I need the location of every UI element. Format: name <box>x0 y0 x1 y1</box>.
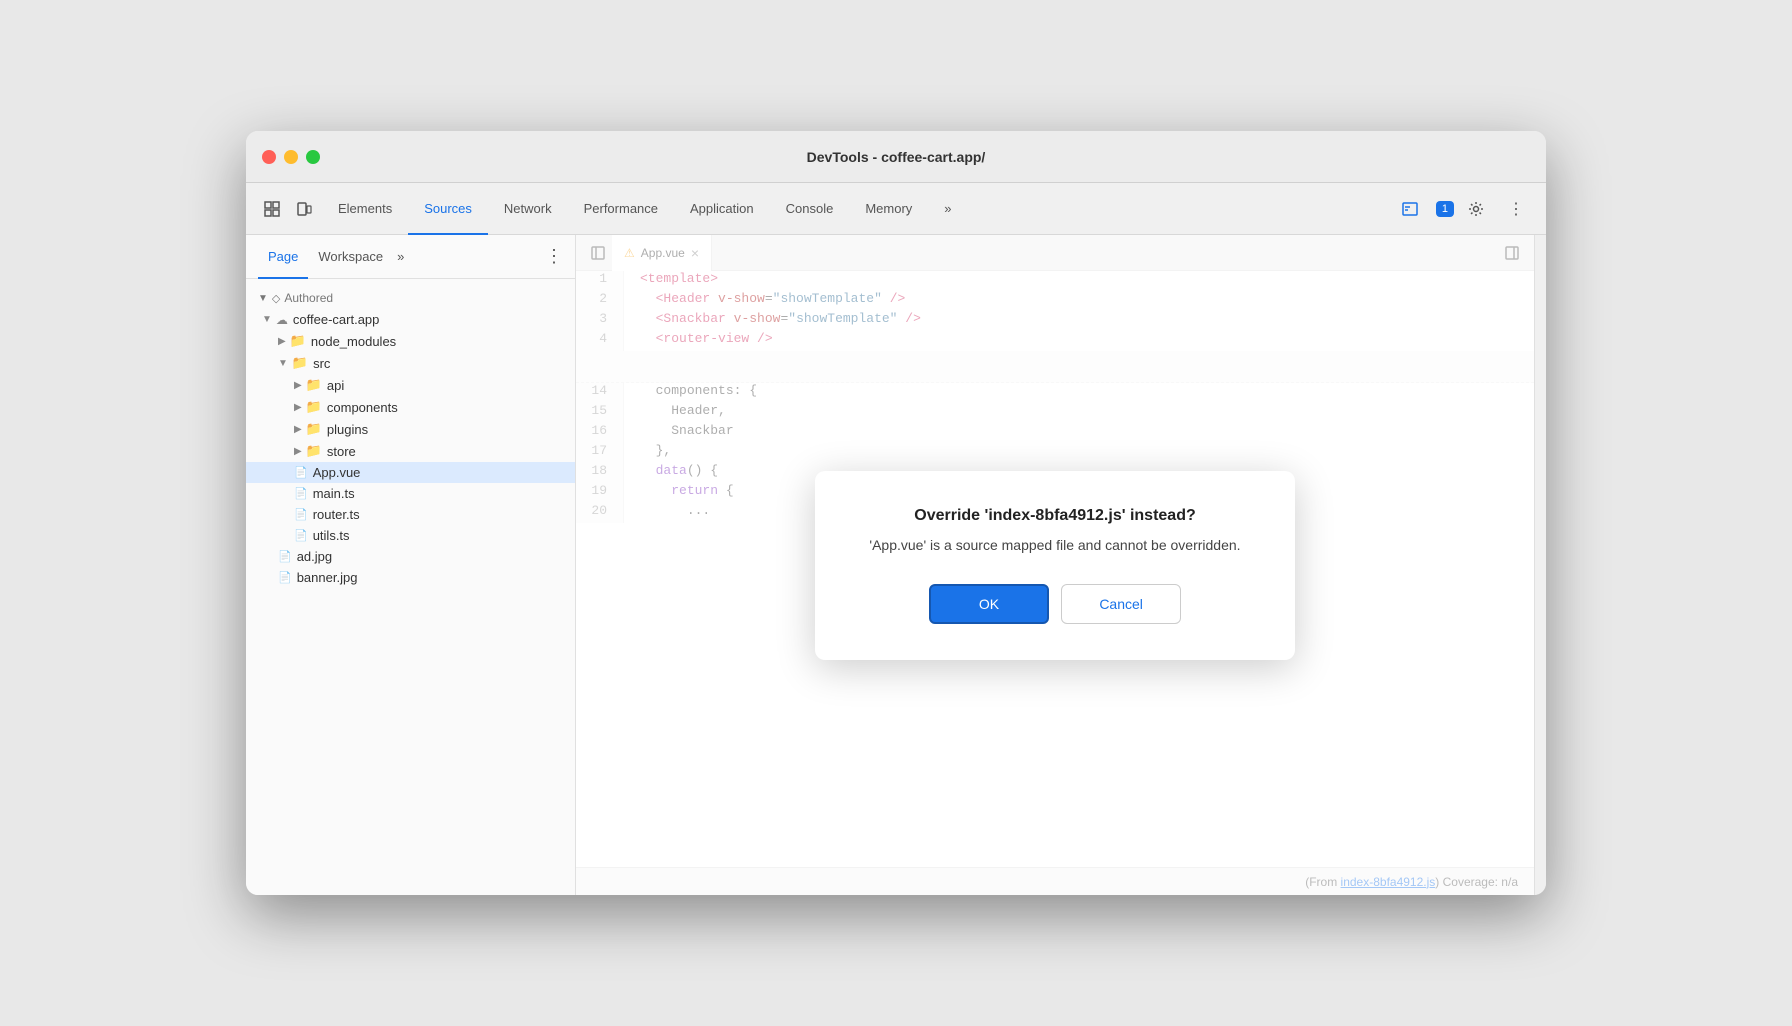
console-badge: 1 <box>1436 201 1454 217</box>
traffic-lights <box>262 150 320 164</box>
tab-network[interactable]: Network <box>488 183 568 235</box>
folder-name-plugins: plugins <box>327 422 368 437</box>
folder-arrow-store: ▶ <box>294 446 302 457</box>
tab-performance[interactable]: Performance <box>568 183 674 235</box>
file-name-main-ts: main.ts <box>313 486 355 501</box>
file-name-router-ts: router.ts <box>313 507 360 522</box>
settings-icon[interactable] <box>1462 195 1490 223</box>
dialog-cancel-button[interactable]: Cancel <box>1061 584 1181 624</box>
inspect-icon[interactable] <box>258 195 286 223</box>
toolbar: Elements Sources Network Performance App… <box>246 183 1546 235</box>
file-icon-utils-ts: 📄 <box>294 529 308 542</box>
dialog-buttons: OK Cancel <box>863 584 1247 624</box>
authored-arrow: ▼ <box>258 293 268 304</box>
tree-item-app-vue[interactable]: 📄 App.vue <box>246 462 575 483</box>
dialog-overlay: Override 'index-8bfa4912.js' instead? 'A… <box>576 235 1534 895</box>
domain-arrow: ▼ <box>262 314 272 325</box>
device-icon[interactable] <box>290 195 318 223</box>
file-tree: ▼ ◇ Authored ▼ ☁ coffee-cart.app ▶ 📁 nod… <box>246 279 575 895</box>
title-bar: DevTools - coffee-cart.app/ <box>246 131 1546 183</box>
folder-arrow-plugins: ▶ <box>294 424 302 435</box>
file-icon-banner-jpg: 📄 <box>278 571 292 584</box>
sidebar: Page Workspace » ⋮ ▼ ◇ Authored ▼ <box>246 235 576 895</box>
tree-item-api[interactable]: ▶ 📁 api <box>246 374 575 396</box>
folder-arrow-comp: ▶ <box>294 402 302 413</box>
file-name-ad-jpg: ad.jpg <box>297 549 332 564</box>
window-title: DevTools - coffee-cart.app/ <box>807 149 986 165</box>
tree-item-utils-ts[interactable]: 📄 utils.ts <box>246 525 575 546</box>
authored-code-icon: ◇ <box>272 292 280 305</box>
main-layout: Page Workspace » ⋮ ▼ ◇ Authored ▼ <box>246 235 1546 895</box>
tree-item-main-ts[interactable]: 📄 main.ts <box>246 483 575 504</box>
tree-item-plugins[interactable]: ▶ 📁 plugins <box>246 418 575 440</box>
dialog-message: 'App.vue' is a source mapped file and ca… <box>863 535 1247 556</box>
minimize-button[interactable] <box>284 150 298 164</box>
code-area: ⚠ App.vue × 1 <template> <box>576 235 1534 895</box>
folder-icon-store: 📁 <box>306 443 322 459</box>
tree-item-node-modules[interactable]: ▶ 📁 node_modules <box>246 330 575 352</box>
file-icon-ad-jpg: 📄 <box>278 550 292 563</box>
folder-arrow-api: ▶ <box>294 380 302 391</box>
tree-item-ad-jpg[interactable]: 📄 ad.jpg <box>246 546 575 567</box>
close-button[interactable] <box>262 150 276 164</box>
toolbar-right: 1 ⋮ <box>1396 195 1534 223</box>
scrollbar-area[interactable] <box>1534 235 1546 895</box>
file-name-app-vue: App.vue <box>313 465 361 480</box>
file-icon-router-ts: 📄 <box>294 508 308 521</box>
dialog-ok-button[interactable]: OK <box>929 584 1049 624</box>
folder-icon-src: 📁 <box>292 355 308 371</box>
cloud-icon: ☁ <box>276 313 288 327</box>
file-name-banner-jpg: banner.jpg <box>297 570 358 585</box>
sidebar-tab-workspace[interactable]: Workspace <box>308 235 393 279</box>
tab-application[interactable]: Application <box>674 183 770 235</box>
authored-section[interactable]: ▼ ◇ Authored <box>246 287 575 309</box>
tree-item-src[interactable]: ▼ 📁 src <box>246 352 575 374</box>
folder-arrow-node: ▶ <box>278 336 286 347</box>
sidebar-options-icon[interactable]: ⋮ <box>545 246 563 267</box>
file-icon-main-ts: 📄 <box>294 487 308 500</box>
tree-item-banner-jpg[interactable]: 📄 banner.jpg <box>246 567 575 588</box>
folder-name-api: api <box>327 378 344 393</box>
tab-elements[interactable]: Elements <box>322 183 408 235</box>
maximize-button[interactable] <box>306 150 320 164</box>
console-icon[interactable] <box>1396 195 1424 223</box>
sidebar-tab-bar: Page Workspace » ⋮ <box>246 235 575 279</box>
sidebar-tab-page[interactable]: Page <box>258 235 308 279</box>
folder-name-store: store <box>327 444 356 459</box>
folder-name-src: src <box>313 356 330 371</box>
dialog-title: Override 'index-8bfa4912.js' instead? <box>863 507 1247 525</box>
tab-sources[interactable]: Sources <box>408 183 488 235</box>
sidebar-tab-more[interactable]: » <box>393 249 408 264</box>
file-name-utils-ts: utils.ts <box>313 528 350 543</box>
folder-icon-comp: 📁 <box>306 399 322 415</box>
folder-icon-node: 📁 <box>290 333 306 349</box>
tab-console[interactable]: Console <box>770 183 850 235</box>
tree-item-domain[interactable]: ▼ ☁ coffee-cart.app <box>246 309 575 330</box>
more-options-icon[interactable]: ⋮ <box>1502 195 1530 223</box>
folder-name-node: node_modules <box>311 334 396 349</box>
tree-item-router-ts[interactable]: 📄 router.ts <box>246 504 575 525</box>
devtools-window: DevTools - coffee-cart.app/ Elements Sou… <box>246 131 1546 895</box>
tree-item-components[interactable]: ▶ 📁 components <box>246 396 575 418</box>
tab-more[interactable]: » <box>928 183 967 235</box>
file-icon-app-vue: 📄 <box>294 466 308 479</box>
tree-item-store[interactable]: ▶ 📁 store <box>246 440 575 462</box>
folder-icon-plugins: 📁 <box>306 421 322 437</box>
dialog: Override 'index-8bfa4912.js' instead? 'A… <box>815 471 1295 660</box>
folder-name-comp: components <box>327 400 398 415</box>
domain-name: coffee-cart.app <box>293 312 379 327</box>
tab-memory[interactable]: Memory <box>849 183 928 235</box>
folder-icon-api: 📁 <box>306 377 322 393</box>
folder-arrow-src: ▼ <box>278 358 288 369</box>
